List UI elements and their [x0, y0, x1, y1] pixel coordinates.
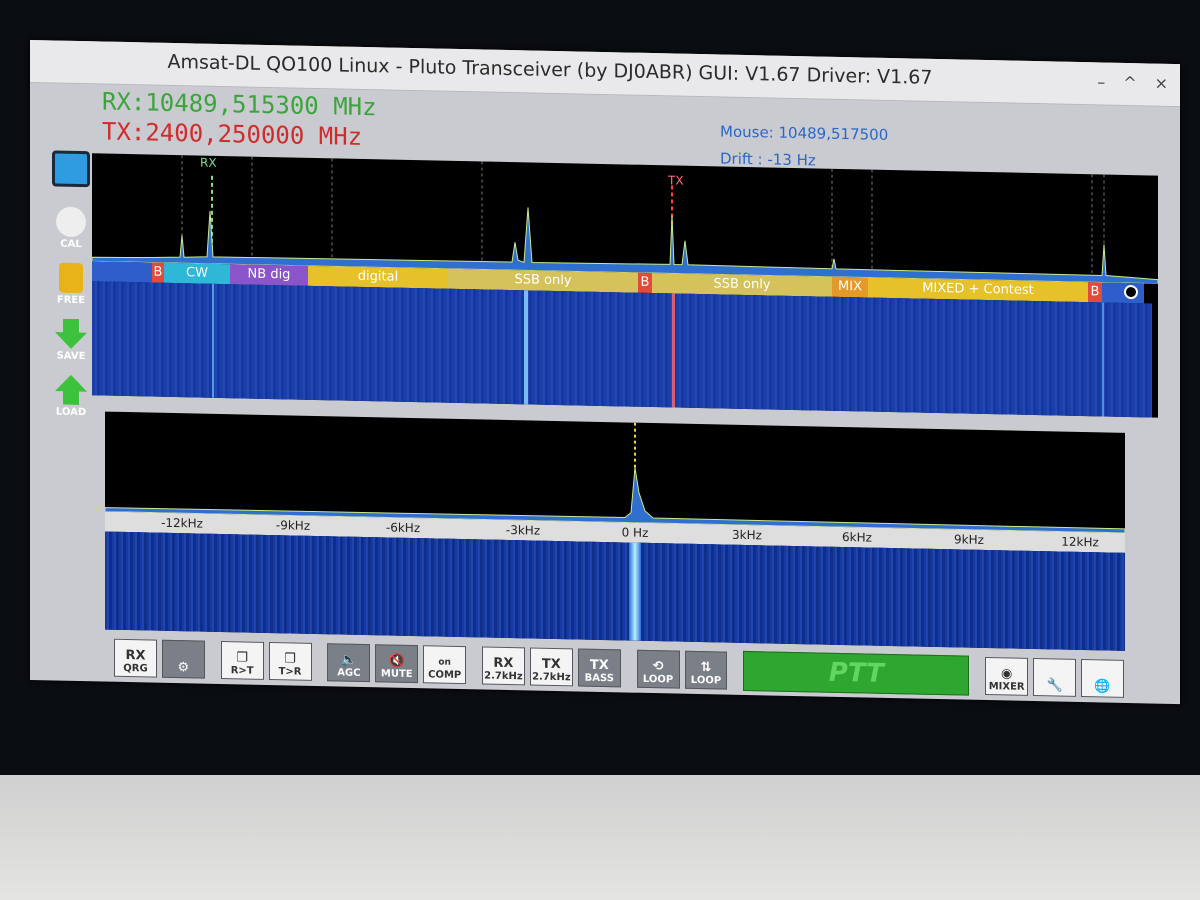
tx-frequency: TX:2400,250000 MHz: [102, 117, 363, 151]
gauge-icon: [56, 206, 86, 238]
axis-tick-label: -3kHz: [505, 522, 541, 538]
band-nb-dig: NB dig: [230, 264, 308, 286]
band-mix: MIX: [832, 276, 868, 298]
loop-rx-button[interactable]: ⟲ LOOP: [636, 649, 680, 689]
band-beacon: B: [152, 262, 164, 283]
copy-icon: ❐: [236, 650, 248, 666]
save-arrow-icon: [55, 319, 87, 350]
loop-icon: ⟲: [652, 659, 664, 675]
mouse-frequency: Mouse: 10489,517500: [720, 122, 889, 144]
agc-button[interactable]: 🔈 AGC: [327, 643, 371, 683]
globe-icon: 🌐: [1094, 679, 1111, 695]
axis-tick-label: 6kHz: [842, 530, 872, 545]
rx-filter-button[interactable]: RX 2.7kHz: [481, 646, 525, 686]
maximize-button[interactable]: ^: [1123, 73, 1136, 92]
save-button[interactable]: SAVE: [48, 318, 94, 373]
target-icon[interactable]: [1124, 284, 1138, 300]
load-arrow-icon: [55, 375, 87, 406]
free-button[interactable]: FREE: [48, 262, 94, 317]
axis-tick-label: -9kHz: [275, 518, 311, 533]
rx-to-tx-button[interactable]: ❐ R>T: [220, 640, 264, 680]
lock-icon: [59, 262, 83, 294]
tx-to-rx-button[interactable]: ❐ T>R: [268, 641, 312, 681]
wrench-icon: 🔧: [1046, 678, 1063, 694]
narrowband-waterfall[interactable]: [105, 531, 1125, 651]
load-button[interactable]: LOAD: [48, 374, 94, 429]
copy-icon: ❐: [284, 651, 296, 667]
axis-tick-label: -12kHz: [161, 515, 203, 531]
setup-button[interactable]: ⚙: [161, 639, 205, 679]
band-beacon-end: B: [1088, 282, 1102, 303]
gear-icon: ⚙: [177, 660, 190, 676]
speaker-icon: 🔈: [340, 652, 357, 668]
rx-qrg-button[interactable]: RX QRG: [114, 638, 157, 678]
mute-icon: 🔇: [388, 653, 405, 669]
close-button[interactable]: ×: [1155, 74, 1168, 93]
bass-button[interactable]: TX BASS: [577, 648, 621, 688]
wideband-waterfall[interactable]: [92, 281, 1152, 418]
band-beacon-center: B: [638, 272, 652, 294]
wideband-spectrum[interactable]: RX TX B CW NB dig digital SSB only B SSB…: [92, 153, 1158, 418]
tx-filter-button[interactable]: TX 2.7kHz: [529, 647, 573, 687]
axis-tick-label: 9kHz: [954, 532, 984, 547]
free-label: FREE: [56, 294, 86, 307]
settings-button[interactable]: 🔧: [1033, 658, 1077, 697]
ptt-button[interactable]: PTT: [743, 650, 970, 696]
cal-button[interactable]: CAL: [48, 206, 94, 261]
band-cw: CW: [164, 262, 230, 285]
save-label: SAVE: [56, 350, 86, 363]
monitor-icon: [52, 150, 90, 188]
narrowband-spectrum[interactable]: -12kHz -9kHz -6kHz -3kHz 0 Hz 3kHz 6kHz …: [105, 411, 1125, 651]
monitor-button[interactable]: [48, 150, 94, 205]
rx-marker-label: RX: [200, 155, 217, 170]
tx-marker-label: TX: [668, 173, 684, 188]
sidebar: CAL FREE SAVE LOAD: [48, 150, 94, 431]
mute-button[interactable]: 🔇 MUTE: [375, 644, 419, 684]
mixer-icon: ◉: [1001, 666, 1013, 682]
axis-tick-label: 3kHz: [732, 527, 762, 543]
comp-button[interactable]: on COMP: [423, 645, 467, 685]
web-button[interactable]: 🌐: [1081, 659, 1124, 698]
axis-tick-label: 0 Hz: [621, 525, 649, 540]
app-window: Amsat-DL QO100 Linux - Pluto Transceiver…: [30, 40, 1180, 705]
antenna-icon: ⇅: [700, 660, 712, 676]
load-label: LOAD: [55, 406, 87, 419]
axis-tick-label: -6kHz: [385, 520, 421, 536]
loop-tx-button[interactable]: ⇅ LOOP: [684, 650, 728, 690]
axis-tick-label: 12kHz: [1061, 534, 1099, 550]
rx-frequency: RX:10489,515300 MHz: [102, 87, 377, 122]
cal-label: CAL: [60, 238, 82, 251]
mixer-button[interactable]: ◉ MIXER: [985, 657, 1029, 696]
minimize-button[interactable]: –: [1097, 72, 1105, 91]
